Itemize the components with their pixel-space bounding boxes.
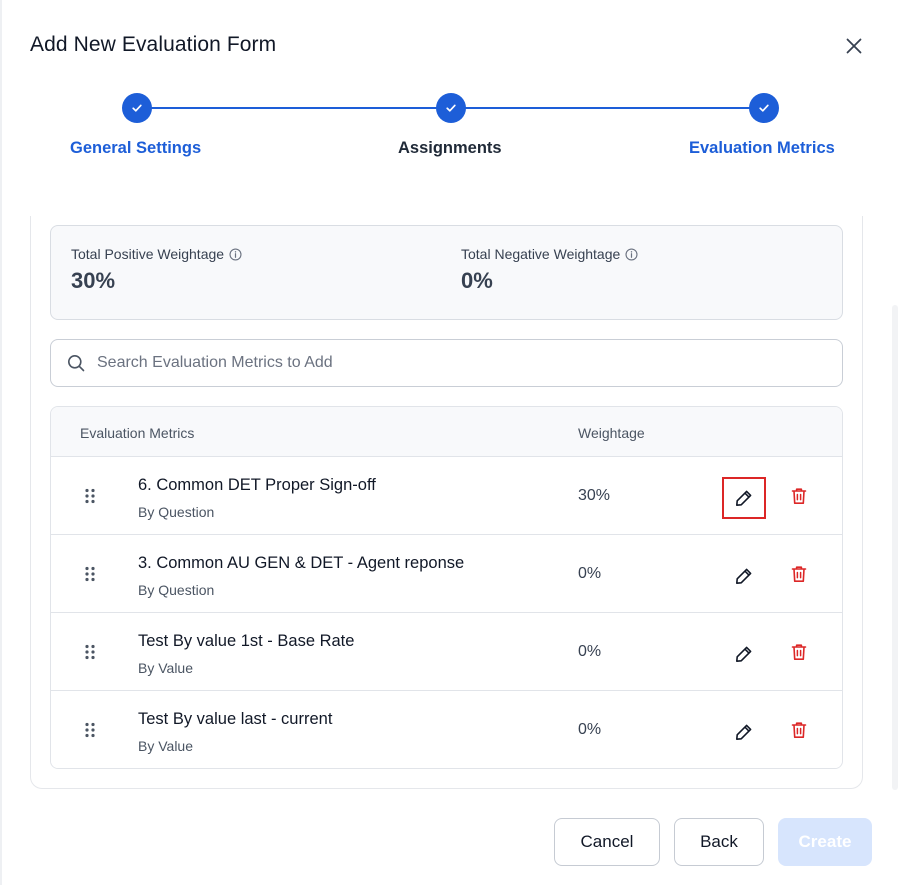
check-icon	[759, 104, 769, 112]
edit-button[interactable]	[722, 711, 766, 753]
metric-name: 6. Common DET Proper Sign-off	[138, 476, 376, 494]
delete-button[interactable]	[787, 717, 811, 743]
edit-button[interactable]	[722, 477, 766, 519]
column-header-metrics: Evaluation Metrics	[80, 425, 195, 441]
metric-weightage: 0%	[578, 565, 602, 582]
back-button[interactable]: Back	[674, 818, 764, 866]
drag-handle[interactable]	[84, 488, 96, 509]
check-icon	[132, 104, 142, 112]
drag-handle-icon	[85, 644, 95, 660]
trash-icon	[791, 488, 807, 504]
negative-weightage-value: 0%	[461, 268, 493, 293]
drag-handle-icon	[85, 488, 95, 504]
modal-edge	[0, 0, 2, 885]
delete-button[interactable]	[787, 639, 811, 665]
table-row: 6. Common DET Proper Sign-off By Questio…	[51, 457, 842, 535]
metric-weightage: 30%	[578, 487, 611, 504]
step-label-general-settings[interactable]: General Settings	[70, 139, 201, 158]
negative-weightage-label: Total Negative Weightage	[461, 246, 638, 262]
metric-weightage: 0%	[578, 721, 602, 738]
metric-weightage: 0%	[578, 643, 602, 660]
pencil-icon	[736, 568, 752, 584]
metric-type: By Question	[138, 504, 215, 520]
modal-title: Add New Evaluation Form	[30, 33, 277, 56]
create-button[interactable]: Create	[778, 818, 872, 866]
edit-button[interactable]	[722, 633, 766, 675]
evaluation-form-modal: Add New Evaluation Form General Settings…	[0, 0, 898, 885]
stepper-connector-1	[151, 107, 437, 109]
metrics-table: Evaluation Metrics Weightage 6. Common D…	[50, 406, 843, 769]
stepper-connector-2	[465, 107, 751, 109]
trash-icon	[791, 644, 807, 660]
metric-type: By Value	[138, 660, 193, 676]
pencil-icon	[736, 646, 752, 662]
drag-handle-icon	[85, 566, 95, 582]
scrollbar[interactable]	[892, 305, 898, 790]
search-box[interactable]	[50, 339, 843, 387]
step-3-indicator[interactable]	[749, 93, 779, 123]
step-label-assignments[interactable]: Assignments	[398, 139, 502, 158]
table-row: Test By value last - current By Value 0%	[51, 691, 842, 768]
positive-weightage-label: Total Positive Weightage	[71, 246, 242, 262]
check-icon	[446, 104, 456, 112]
step-2-indicator[interactable]	[436, 93, 466, 123]
metric-name: Test By value last - current	[138, 710, 333, 728]
trash-icon	[791, 722, 807, 738]
info-icon[interactable]	[229, 247, 242, 261]
pencil-icon	[736, 490, 752, 506]
cancel-button[interactable]: Cancel	[554, 818, 660, 866]
table-header: Evaluation Metrics Weightage	[51, 407, 842, 457]
step-label-evaluation-metrics[interactable]: Evaluation Metrics	[689, 139, 835, 158]
drag-handle[interactable]	[84, 566, 96, 587]
metric-name: Test By value 1st - Base Rate	[138, 632, 355, 650]
search-icon	[68, 355, 85, 372]
drag-handle[interactable]	[84, 722, 96, 743]
info-icon[interactable]	[625, 247, 638, 261]
delete-button[interactable]	[787, 483, 811, 509]
delete-button[interactable]	[787, 561, 811, 587]
pencil-icon	[736, 724, 752, 740]
metric-name: 3. Common AU GEN & DET - Agent reponse	[138, 554, 465, 572]
drag-handle[interactable]	[84, 644, 96, 665]
metric-type: By Value	[138, 738, 193, 754]
negative-weightage-text: Total Negative Weightage	[461, 246, 621, 262]
positive-weightage-value: 30%	[71, 268, 116, 293]
close-button[interactable]	[842, 34, 866, 58]
column-header-weightage: Weightage	[578, 425, 645, 441]
table-row: Test By value 1st - Base Rate By Value 0…	[51, 613, 842, 691]
metric-type: By Question	[138, 582, 215, 598]
weightage-summary	[50, 225, 843, 320]
positive-weightage-text: Total Positive Weightage	[71, 246, 225, 262]
table-row: 3. Common AU GEN & DET - Agent reponse B…	[51, 535, 842, 613]
step-1-indicator[interactable]	[122, 93, 152, 123]
close-icon	[846, 38, 862, 54]
search-input[interactable]	[97, 354, 797, 372]
trash-icon	[791, 566, 807, 582]
drag-handle-icon	[85, 722, 95, 738]
edit-button[interactable]	[722, 555, 766, 597]
